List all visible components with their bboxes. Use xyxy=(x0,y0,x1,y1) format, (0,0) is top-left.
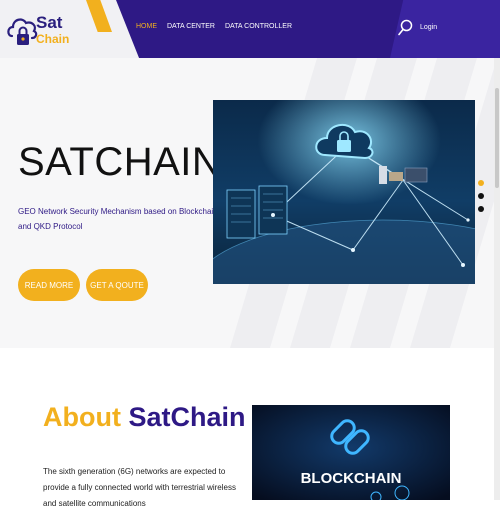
logo-text: Sat Chain xyxy=(36,14,69,45)
slider-dot-2[interactable] xyxy=(478,193,484,199)
scrollbar-thumb[interactable] xyxy=(495,88,499,188)
slider-dot-3[interactable] xyxy=(478,206,484,212)
hero-subtitle: GEO Network Security Mechanism based on … xyxy=(18,207,218,231)
nav-data-controller[interactable]: DATA CONTROLLER xyxy=(225,23,292,30)
blockchain-image: BLOCKCHAIN xyxy=(252,405,450,500)
about-title-yellow: About xyxy=(43,402,121,432)
hero-section: SATCHAIN GEO Network Security Mechanism … xyxy=(0,58,500,348)
hero-network-image xyxy=(213,100,475,284)
hero-title: SATCHAIN xyxy=(18,140,222,184)
get-a-quote-button[interactable]: GET A QOUTE xyxy=(86,269,148,301)
site-logo[interactable]: Sat Chain xyxy=(6,10,76,54)
logo-sat: Sat xyxy=(36,13,63,32)
slider-dot-1[interactable] xyxy=(478,180,484,186)
nav-data-center[interactable]: DATA CENTER xyxy=(167,23,215,30)
nav-home[interactable]: HOME xyxy=(136,23,157,30)
accent-stripe xyxy=(86,0,112,32)
cloud-lock-icon xyxy=(7,18,38,45)
blockchain-label: BLOCKCHAIN xyxy=(301,470,402,487)
login-link[interactable]: Login xyxy=(420,24,437,31)
logo-chain: Chain xyxy=(36,32,70,46)
about-title-purple: SatChain xyxy=(128,402,246,432)
about-text: The sixth generation (6G) networks are e… xyxy=(43,467,236,508)
site-header: Sat Chain HOME DATA CENTER DATA CONTROLL… xyxy=(0,0,500,58)
about-title: About SatChain xyxy=(43,404,246,431)
search-icon[interactable] xyxy=(398,19,413,36)
main-nav: HOME DATA CENTER DATA CONTROLLER xyxy=(136,23,292,30)
page-scrollbar[interactable] xyxy=(494,58,500,500)
slider-dots xyxy=(478,180,486,219)
read-more-button[interactable]: READ MORE xyxy=(18,269,80,301)
